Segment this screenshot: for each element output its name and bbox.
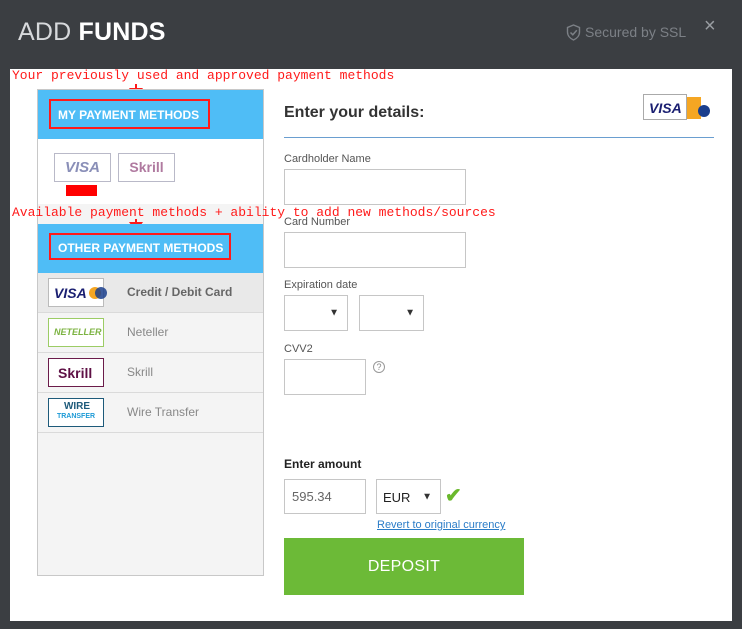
- wire-mark: WIRE: [63, 401, 91, 412]
- visa-card-icon: VISA: [643, 94, 687, 120]
- skrill-logo: Skrill: [48, 358, 104, 387]
- title-light: ADD: [18, 18, 72, 46]
- visa-mark: VISA: [649, 100, 682, 116]
- mastercard-icon: [687, 97, 710, 119]
- wire-transfer-logo: WIRE TRANSFER: [48, 398, 104, 427]
- currency-select[interactable]: EUR ▼: [376, 479, 441, 514]
- saved-method-visa[interactable]: VISA: [54, 153, 111, 182]
- cvv-input[interactable]: [284, 359, 366, 395]
- other-methods-heading: OTHER PAYMENT METHODS: [58, 241, 224, 255]
- neteller-mark: NETELLER: [54, 327, 102, 337]
- close-icon[interactable]: ×: [704, 16, 722, 36]
- method-label: Skrill: [127, 365, 153, 379]
- annotation-previous-methods: Your previously used and approved paymen…: [12, 68, 395, 83]
- card-number-label: Card Number: [284, 216, 351, 228]
- method-row-neteller[interactable]: NETELLER Neteller: [38, 313, 263, 353]
- form-title: Enter your details:: [284, 104, 425, 121]
- expiration-label: Expiration date: [284, 279, 358, 291]
- annotation-redaction: [66, 185, 97, 196]
- chevron-down-icon: ▼: [329, 307, 339, 319]
- title-bold: FUNDS: [78, 18, 166, 46]
- chevron-down-icon: ▼: [422, 491, 432, 502]
- exp-year-select[interactable]: ▼: [359, 295, 424, 331]
- neteller-logo: NETELLER: [48, 318, 104, 347]
- method-label: Credit / Debit Card: [127, 285, 233, 299]
- saved-method-skrill[interactable]: Skrill: [118, 153, 175, 182]
- skrill-logo: Skrill: [129, 159, 164, 175]
- transfer-mark: TRANSFER: [56, 413, 96, 420]
- exp-month-select[interactable]: ▼: [284, 295, 348, 331]
- visa-mark: VISA: [54, 285, 87, 301]
- form-divider: [284, 137, 714, 138]
- card-brand-logo: VISA: [643, 94, 713, 122]
- method-label: Wire Transfer: [127, 405, 200, 419]
- revert-currency-link[interactable]: Revert to original currency: [377, 519, 505, 531]
- amount-label: Enter amount: [284, 457, 362, 471]
- cvv-label: CVV2: [284, 343, 313, 355]
- method-label: Neteller: [127, 325, 169, 339]
- help-icon[interactable]: ?: [373, 361, 385, 373]
- currency-value: EUR: [383, 490, 411, 505]
- method-row-skrill[interactable]: Skrill Skrill: [38, 353, 263, 393]
- method-row-wire-transfer[interactable]: WIRE TRANSFER Wire Transfer: [38, 393, 263, 433]
- skrill-mark: Skrill: [58, 365, 93, 381]
- cardholder-name-input[interactable]: [284, 169, 466, 205]
- deposit-button[interactable]: DEPOSIT: [284, 538, 524, 595]
- checkmark-icon: ✔: [445, 485, 462, 507]
- ssl-label: Secured by SSL: [585, 24, 687, 40]
- mastercard-icon: [89, 287, 107, 299]
- my-methods-heading: MY PAYMENT METHODS: [58, 108, 200, 122]
- amount-input[interactable]: 595.34: [284, 479, 366, 514]
- visa-mastercard-logo: VISA: [48, 278, 107, 307]
- cardholder-label: Cardholder Name: [284, 153, 371, 165]
- card-number-input[interactable]: [284, 232, 466, 268]
- annotation-available-methods: Available payment methods + ability to a…: [12, 205, 496, 220]
- visa-logo: VISA: [64, 159, 100, 176]
- method-row-credit-card[interactable]: VISA Credit / Debit Card: [38, 273, 263, 313]
- shield-check-icon: [566, 24, 581, 41]
- chevron-down-icon: ▼: [405, 307, 415, 319]
- page-title: ADD FUNDS: [18, 18, 166, 47]
